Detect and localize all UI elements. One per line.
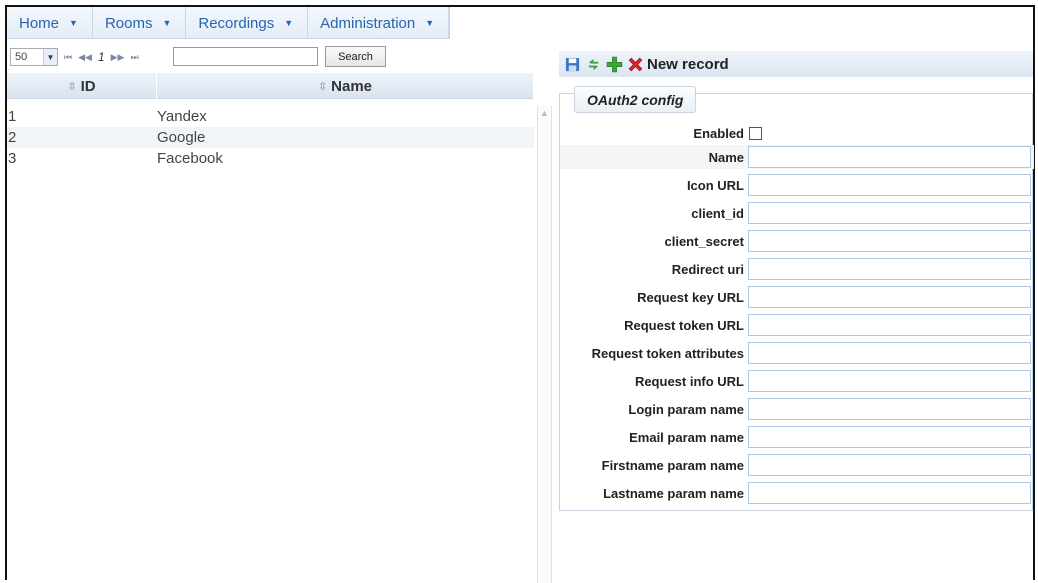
save-icon[interactable] <box>563 55 581 73</box>
list-panel: 50 ▼ ⏮ ◀◀ 1 ▶▶ ⏭ Search ⇳ ID ⇳ Name 1 Ya… <box>7 43 552 583</box>
field-label: Request token URL <box>624 317 744 333</box>
field-label: Name <box>708 149 744 165</box>
menu-administration[interactable]: Administration ▼ <box>308 7 450 39</box>
grid-header: ⇳ ID ⇳ Name <box>7 73 534 99</box>
field-label: Request key URL <box>637 289 744 305</box>
row-name: Facebook <box>157 150 223 167</box>
form-row: Request token URL <box>560 313 1034 337</box>
client-secret-field[interactable] <box>748 230 1031 252</box>
redirect-uri-field[interactable] <box>748 258 1031 280</box>
table-row[interactable]: 2 Google <box>7 127 534 148</box>
form-row: Redirect uri <box>560 257 1034 281</box>
chevron-down-icon: ▼ <box>425 18 435 28</box>
form-row: Email param name <box>560 425 1034 449</box>
field-label: Email param name <box>629 429 744 445</box>
form-row: Request info URL <box>560 369 1034 393</box>
field-label: Redirect uri <box>671 261 744 277</box>
field-label: client_id <box>691 205 744 221</box>
row-name: Google <box>157 129 206 146</box>
field-label: Icon URL <box>686 177 744 193</box>
icon-url-field[interactable] <box>748 174 1031 196</box>
chevron-down-icon: ▼ <box>284 18 294 28</box>
request-key-url-field[interactable] <box>748 286 1031 308</box>
request-info-url-field[interactable] <box>748 370 1031 392</box>
sort-icon: ⇳ <box>67 80 77 93</box>
field-label: Firstname param name <box>601 457 744 473</box>
row-name: Yandex <box>157 108 207 125</box>
field-label: Enabled <box>693 125 744 141</box>
column-header-id[interactable]: ⇳ ID <box>7 73 157 99</box>
name-field[interactable] <box>748 146 1031 168</box>
menu-recordings[interactable]: Recordings ▼ <box>186 7 309 39</box>
menu-recordings-label: Recordings <box>198 14 275 32</box>
add-icon[interactable] <box>605 55 623 73</box>
lastname-param-name-field[interactable] <box>748 482 1031 504</box>
oauth-form: OAuth2 config Enabled Name Icon URL clie… <box>559 86 1034 511</box>
prev-page-icon[interactable]: ◀◀ <box>78 52 92 63</box>
menu-rooms[interactable]: Rooms ▼ <box>93 7 187 39</box>
page-size-select[interactable]: 50 ▼ <box>10 48 58 66</box>
first-page-icon[interactable]: ⏮ <box>64 52 72 63</box>
menu-home[interactable]: Home ▼ <box>7 7 93 39</box>
search-input[interactable] <box>173 47 318 66</box>
page-size-value: 50 <box>15 51 28 63</box>
row-id: 2 <box>8 129 17 146</box>
page-number: 1 <box>97 50 105 64</box>
field-label: Lastname param name <box>603 485 744 501</box>
row-id: 3 <box>8 150 17 167</box>
last-page-icon[interactable]: ⏭ <box>130 52 138 63</box>
toolbar-title: New record <box>647 55 729 73</box>
form-row: client_secret <box>560 229 1034 253</box>
field-label: Request token attributes <box>591 345 744 361</box>
enabled-checkbox[interactable] <box>749 126 762 140</box>
field-label: Login param name <box>628 401 744 417</box>
email-param-name-field[interactable] <box>748 426 1031 448</box>
form-row: Firstname param name <box>560 453 1034 477</box>
client-id-field[interactable] <box>748 202 1031 224</box>
table-row[interactable]: 1 Yandex <box>7 106 534 127</box>
chevron-down-icon: ▼ <box>69 18 78 28</box>
form-row: Name <box>560 145 1034 169</box>
search-button[interactable]: Search <box>325 46 386 67</box>
form-row: client_id <box>560 201 1034 225</box>
form-row: Login param name <box>560 397 1034 421</box>
delete-icon[interactable] <box>626 55 644 73</box>
field-label: client_secret <box>664 233 745 249</box>
chevron-down-icon: ▼ <box>162 18 172 28</box>
menu-rooms-label: Rooms <box>104 14 153 32</box>
request-token-attributes-field[interactable] <box>748 342 1031 364</box>
form-row: Request token attributes <box>560 341 1034 365</box>
main-menu: Home ▼ Rooms ▼ Recordings ▼ Administrati… <box>7 7 451 39</box>
login-param-name-field[interactable] <box>748 398 1031 420</box>
request-token-url-field[interactable] <box>748 314 1031 336</box>
form-row: Icon URL <box>560 173 1034 197</box>
form-toolbar: New record <box>559 51 1033 77</box>
column-id-label: ID <box>80 77 96 95</box>
menu-home-label: Home <box>19 14 60 32</box>
chevron-down-icon: ▼ <box>43 49 57 65</box>
menu-administration-label: Administration <box>320 14 416 32</box>
next-page-icon[interactable]: ▶▶ <box>111 52 125 63</box>
form-row: Lastname param name <box>560 481 1034 505</box>
table-row[interactable]: 3 Facebook <box>7 148 534 169</box>
column-name-label: Name <box>331 77 373 95</box>
sort-icon: ⇳ <box>317 80 328 93</box>
top-menubar: Home ▼ Rooms ▼ Recordings ▼ Administrati… <box>7 7 1033 39</box>
form-row-enabled: Enabled <box>560 121 1034 145</box>
tab-oauth2-config[interactable]: OAuth2 config <box>574 86 697 113</box>
column-header-name[interactable]: ⇳ Name <box>157 73 534 99</box>
form-panel: New record OAuth2 config Enabled Name Ic… <box>552 43 1034 583</box>
grid-body: 1 Yandex 2 Google 3 Facebook <box>7 106 534 583</box>
scroll-up-icon[interactable]: ▲ <box>540 108 549 118</box>
firstname-param-name-field[interactable] <box>748 454 1031 476</box>
pager: 50 ▼ ⏮ ◀◀ 1 ▶▶ ⏭ <box>10 47 139 67</box>
row-id: 1 <box>8 108 17 125</box>
refresh-icon[interactable] <box>584 55 602 73</box>
field-label: Request info URL <box>634 373 744 389</box>
grid-scrollbar[interactable]: ▲ <box>537 106 552 583</box>
form-row: Request key URL <box>560 285 1034 309</box>
app-frame: Home ▼ Rooms ▼ Recordings ▼ Administrati… <box>5 5 1035 583</box>
